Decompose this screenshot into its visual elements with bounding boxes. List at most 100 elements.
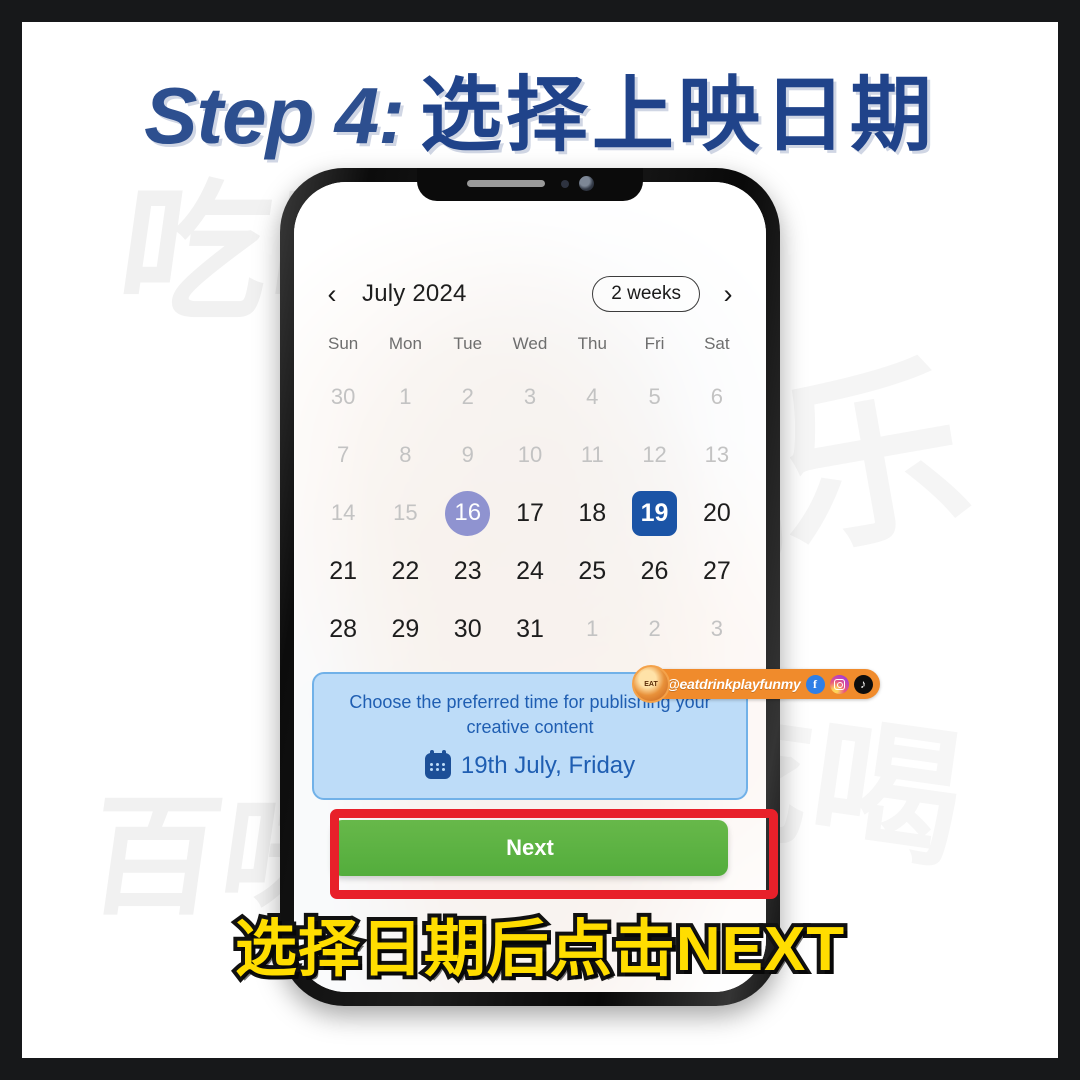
calendar-header: ‹ July 2024 2 weeks › [294, 272, 766, 316]
calendar-cell[interactable]: 28 [312, 600, 374, 658]
calendar-icon [424, 749, 451, 779]
calendar-cell: 5 [623, 368, 685, 426]
calendar-day-muted: 2 [461, 384, 474, 409]
calendar-day-normal[interactable]: 25 [570, 549, 615, 594]
calendar-cell[interactable]: 18 [561, 484, 623, 542]
speaker-grille-icon [466, 180, 545, 187]
calendar-day-normal[interactable]: 30 [445, 607, 490, 652]
calendar-cell: 10 [499, 426, 561, 484]
weekday-label: Mon [388, 334, 422, 353]
calendar-day-muted: 3 [710, 616, 723, 641]
calendar-day-muted: 3 [523, 384, 537, 409]
calendar-day-normal[interactable]: 26 [632, 549, 677, 594]
calendar-cell: 15 [374, 484, 436, 542]
calendar-cell[interactable]: 22 [374, 542, 436, 600]
calendar-cell: 30 [312, 368, 374, 426]
calendar-day-muted: 9 [461, 442, 474, 467]
weekday-label: Sat [704, 334, 730, 353]
calendar-cell[interactable]: 21 [312, 542, 374, 600]
calendar-cell: 9 [437, 426, 499, 484]
calendar-cell[interactable]: 26 [623, 542, 685, 600]
calendar-day-normal[interactable]: 27 [694, 549, 739, 594]
calendar-cell: 12 [623, 426, 685, 484]
calendar-day-muted: 1 [586, 616, 599, 641]
weekday-label: Tue [453, 334, 483, 353]
watermark-handle: @eatdrinkplayfunmy [666, 676, 801, 692]
calendar-day-muted: 7 [337, 442, 350, 467]
calendar-day-muted: 2 [648, 616, 661, 641]
calendar-cell: 14 [312, 484, 374, 542]
calendar-day-normal[interactable]: 31 [507, 607, 552, 652]
calendar-day-normal[interactable]: 28 [321, 607, 366, 652]
weekday-header-row: Sun Mon Tue Wed Thu Fri Sat [312, 334, 748, 354]
calendar-day-muted: 10 [517, 442, 543, 467]
range-selector-pill[interactable]: 2 weeks [592, 276, 700, 312]
highlight-rectangle [330, 809, 778, 899]
calendar-day-muted: 6 [710, 384, 723, 409]
calendar-cell: 6 [686, 368, 748, 426]
calendar-cell: 8 [374, 426, 436, 484]
calendar-day-muted: 14 [330, 500, 356, 525]
calendar-day-muted: 15 [393, 500, 418, 525]
calendar-cell[interactable]: 27 [686, 542, 748, 600]
calendar-cell[interactable]: 23 [437, 542, 499, 600]
calendar-cell[interactable]: 31 [499, 600, 561, 658]
calendar-cell: 13 [686, 426, 748, 484]
calendar-cell: 3 [499, 368, 561, 426]
calendar-cell: 2 [437, 368, 499, 426]
calendar-day-muted: 5 [648, 384, 661, 409]
calendar-day-normal[interactable]: 24 [507, 549, 552, 594]
calendar-cell[interactable]: 30 [437, 600, 499, 658]
instagram-icon [829, 674, 849, 694]
calendar-day-normal[interactable]: 29 [383, 607, 428, 652]
calendar-day-muted: 12 [642, 442, 667, 467]
page-title-chinese: 选择上映日期 [419, 70, 936, 161]
calendar-cell[interactable]: 25 [561, 542, 623, 600]
calendar-cell: 7 [312, 426, 374, 484]
calendar-day-muted: 30 [330, 384, 356, 409]
calendar-day-normal[interactable]: 21 [321, 549, 366, 594]
calendar-cell[interactable]: 20 [686, 484, 748, 542]
proximity-sensor-icon [560, 179, 569, 188]
weekday-label: Fri [644, 334, 665, 353]
calendar-cell[interactable]: 24 [499, 542, 561, 600]
chevron-right-icon[interactable]: › [716, 280, 740, 307]
info-box-date-row: 19th July, Friday [332, 749, 728, 780]
calendar-day-selected[interactable]: 19 [632, 490, 678, 536]
calendar-day-muted: 11 [580, 442, 604, 467]
calendar-icon-dots [429, 762, 446, 771]
page-title-english: Step 4: [144, 71, 405, 160]
calendar-day-muted: 8 [399, 442, 412, 467]
selected-date-text: 19th July, Friday [460, 751, 636, 779]
calendar-day-muted: 13 [704, 442, 730, 467]
calendar-cell[interactable]: 17 [499, 484, 561, 542]
calendar-day-muted: 4 [586, 384, 599, 409]
bottom-caption: 选择日期后点击NEXT [231, 911, 848, 988]
calendar-day-normal[interactable]: 17 [507, 491, 552, 536]
calendar-day-normal[interactable]: 23 [445, 549, 490, 594]
calendar-cell[interactable]: 16 [437, 484, 499, 542]
calendar-cell: 1 [374, 368, 436, 426]
watermark-badge: EAT @eatdrinkplayfunmy f ♪ [632, 665, 880, 703]
calendar-date-grid[interactable]: 30 1 2 3 4 5 6 7 8 9 10 11 12 13 14 15 16 17 18 19 20 21 22 23 2… [312, 368, 748, 658]
phone-notch [417, 168, 643, 201]
calendar-cell[interactable]: 29 [374, 600, 436, 658]
white-content-sheet: 吃喝 百味玩 玩乐 吃喝 Step 4:选择上映日期 ‹ July 2024 2… [22, 22, 1058, 1058]
calendar-day-normal[interactable]: 22 [383, 549, 428, 594]
screenshot-canvas: 吃喝 百味玩 玩乐 吃喝 Step 4:选择上映日期 ‹ July 2024 2… [0, 0, 1080, 1080]
facebook-icon: f [805, 674, 825, 694]
calendar-cell[interactable]: 19 [623, 484, 685, 542]
calendar-day-muted: 1 [399, 384, 412, 409]
calendar-day-today[interactable]: 16 [445, 490, 491, 536]
calendar-cell: 4 [561, 368, 623, 426]
calendar-month-label: July 2024 [362, 280, 467, 307]
weekday-label: Wed [512, 334, 548, 353]
calendar-day-normal[interactable]: 18 [570, 491, 615, 536]
calendar-day-normal[interactable]: 20 [694, 491, 739, 536]
brand-logo-icon: EAT [632, 665, 670, 703]
weekday-label: Thu [577, 334, 607, 353]
calendar-cell: 1 [561, 600, 623, 658]
page-title: Step 4: 选择上映日期 [22, 48, 1058, 167]
chevron-left-icon[interactable]: ‹ [320, 280, 344, 307]
front-camera-icon [578, 176, 594, 191]
